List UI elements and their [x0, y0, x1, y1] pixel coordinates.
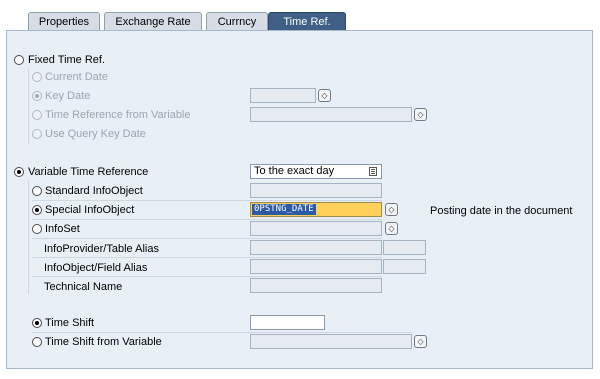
- key-date-field[interactable]: [250, 88, 316, 103]
- infoprovider-alias-label: InfoProvider/Table Alias: [44, 243, 159, 255]
- divider: [28, 180, 29, 294]
- time-ref-variable-label: Time Reference from Variable: [45, 109, 191, 121]
- time-shift-variable-label: Time Shift from Variable: [45, 336, 162, 348]
- tab-currency[interactable]: Currncy: [206, 12, 268, 32]
- tab-time-ref[interactable]: Time Ref.: [268, 12, 346, 32]
- divider: [32, 200, 382, 201]
- value-help-icon[interactable]: ◇: [414, 335, 427, 348]
- special-infoobject-radio[interactable]: [32, 205, 42, 215]
- infoobject-alias-label: InfoObject/Field Alias: [44, 262, 148, 274]
- dropdown-list-icon[interactable]: [369, 167, 377, 176]
- variable-time-ref-label: Variable Time Reference: [28, 166, 149, 178]
- granularity-value: To the exact day: [254, 165, 335, 177]
- value-help-icon[interactable]: ◇: [385, 222, 398, 235]
- time-shift-label: Time Shift: [45, 317, 95, 329]
- query-key-date-radio[interactable]: [32, 129, 42, 139]
- value-help-icon[interactable]: ◇: [414, 108, 427, 121]
- query-key-date-row: Use Query Key Date: [32, 127, 232, 146]
- tab-properties[interactable]: Properties: [28, 12, 100, 32]
- divider: [28, 68, 29, 144]
- time-ref-variable-field[interactable]: [250, 107, 412, 122]
- time-ref-variable-row: Time Reference from Variable: [32, 108, 252, 127]
- divider: [32, 332, 412, 333]
- key-date-label: Key Date: [45, 90, 91, 102]
- technical-name-field[interactable]: [250, 278, 382, 293]
- technical-name-label: Technical Name: [44, 281, 123, 293]
- divider: [32, 238, 382, 239]
- time-shift-variable-radio[interactable]: [32, 337, 42, 347]
- standard-infoobject-radio[interactable]: [32, 186, 42, 196]
- infoset-label: InfoSet: [45, 223, 80, 235]
- special-infoobject-description: Posting date in the document: [430, 205, 573, 217]
- granularity-dropdown[interactable]: To the exact day: [250, 164, 382, 179]
- key-date-row: Key Date: [32, 89, 232, 108]
- time-shift-radio[interactable]: [32, 318, 42, 328]
- current-date-label: Current Date: [45, 71, 108, 83]
- variable-time-ref-row: Variable Time Reference: [14, 165, 254, 184]
- value-help-icon[interactable]: ◇: [385, 203, 398, 216]
- divider: [32, 219, 382, 220]
- special-infoobject-value: 0PSTNG_DATE: [252, 204, 316, 215]
- divider: [32, 276, 382, 277]
- fixed-time-ref-label: Fixed Time Ref.: [28, 54, 106, 66]
- infoobject-alias-extra-field[interactable]: [383, 259, 426, 274]
- time-shift-variable-field[interactable]: [250, 334, 412, 349]
- fixed-time-ref-radio[interactable]: [14, 55, 24, 65]
- standard-infoobject-label: Standard InfoObject: [45, 185, 143, 197]
- infoset-radio[interactable]: [32, 224, 42, 234]
- current-date-row: Current Date: [32, 70, 232, 89]
- infoprovider-alias-field[interactable]: [250, 240, 382, 255]
- special-infoobject-label: Special InfoObject: [45, 204, 135, 216]
- time-shift-variable-row: Time Shift from Variable: [32, 335, 252, 354]
- query-key-date-label: Use Query Key Date: [45, 128, 146, 140]
- tab-strip: Properties Exchange Rate Currncy Time Re…: [0, 0, 600, 32]
- special-infoobject-field[interactable]: 0PSTNG_DATE: [250, 202, 382, 217]
- infoset-field[interactable]: [250, 221, 382, 236]
- time-ref-variable-radio[interactable]: [32, 110, 42, 120]
- infoobject-alias-field[interactable]: [250, 259, 382, 274]
- key-date-radio[interactable]: [32, 91, 42, 101]
- time-shift-field[interactable]: [250, 315, 325, 330]
- tab-exchange-rate[interactable]: Exchange Rate: [104, 12, 202, 32]
- variable-time-ref-radio[interactable]: [14, 167, 24, 177]
- divider: [32, 257, 382, 258]
- current-date-radio[interactable]: [32, 72, 42, 82]
- value-help-icon[interactable]: ◇: [318, 89, 331, 102]
- standard-infoobject-field[interactable]: [250, 183, 382, 198]
- infoprovider-alias-extra-field[interactable]: [383, 240, 426, 255]
